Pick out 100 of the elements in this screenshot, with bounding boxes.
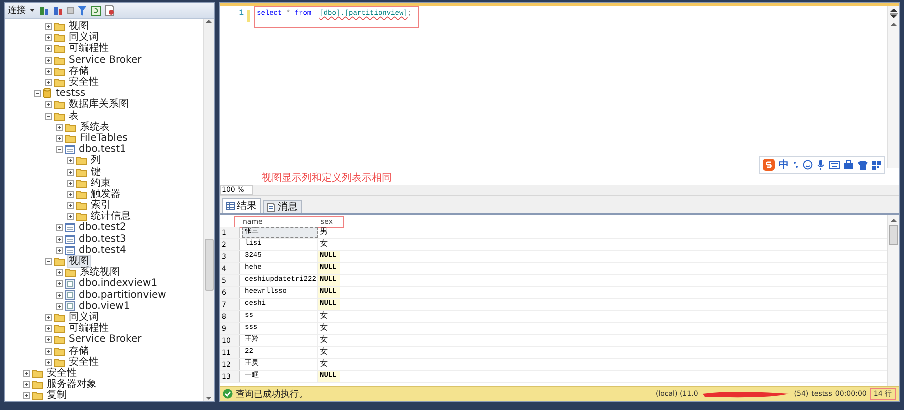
tree-item[interactable]: 可编程性 <box>68 43 110 54</box>
tree-item[interactable]: dbo.test3 <box>78 234 128 245</box>
tree-item[interactable]: 数据库关系图 <box>68 99 130 110</box>
expand-icon[interactable] <box>45 336 52 344</box>
tree-item[interactable]: 触发器 <box>90 188 122 200</box>
tree-item[interactable]: 视图 <box>68 21 90 32</box>
scrollbar[interactable] <box>887 6 899 168</box>
table-cell-text: 女 <box>319 359 329 370</box>
scrollbar[interactable] <box>887 215 899 386</box>
expand-icon[interactable] <box>23 370 30 377</box>
scroll-up-icon[interactable] <box>890 22 896 27</box>
expand-icon[interactable] <box>56 236 63 243</box>
collapse-icon[interactable] <box>34 90 41 98</box>
tree-item[interactable]: 安全性 <box>46 368 78 379</box>
tree-item[interactable]: dbo.indexview1 <box>78 278 159 290</box>
tree-item[interactable]: 服务器对象 <box>46 379 98 390</box>
tree-item[interactable]: 表 <box>68 110 80 122</box>
tree-item[interactable]: 列 <box>90 155 102 166</box>
expand-icon[interactable] <box>45 101 52 108</box>
expand-icon[interactable] <box>56 302 63 310</box>
connect-icon[interactable] <box>39 6 49 16</box>
expand-icon[interactable] <box>45 348 52 355</box>
expand-icon[interactable] <box>56 269 63 276</box>
scroll-up-icon[interactable] <box>890 218 896 223</box>
caret-icon[interactable] <box>30 9 35 12</box>
tree-item[interactable]: Service Broker <box>68 54 143 66</box>
tab[interactable]: 结果 <box>222 198 261 213</box>
ime-logo-icon[interactable] <box>763 159 775 171</box>
expand-icon[interactable] <box>56 124 63 131</box>
microphone-icon[interactable] <box>817 160 825 170</box>
grid-icon[interactable] <box>872 160 881 170</box>
collapse-icon[interactable] <box>45 112 52 120</box>
expand-icon[interactable] <box>45 79 52 86</box>
folder-icon <box>76 190 87 199</box>
table-cell-text: 女 <box>319 239 329 250</box>
expand-icon[interactable] <box>45 68 52 75</box>
tree-item[interactable]: 系统表 <box>79 122 111 133</box>
expand-icon[interactable] <box>45 45 52 52</box>
expand-icon[interactable] <box>45 358 52 366</box>
disconnect-icon[interactable] <box>53 6 63 16</box>
expand-icon[interactable] <box>56 134 63 142</box>
expand-icon[interactable] <box>56 280 63 288</box>
expand-icon[interactable] <box>67 202 74 210</box>
tree-item[interactable]: 同义词 <box>68 312 100 323</box>
tree-item[interactable]: dbo.test2 <box>78 222 128 234</box>
shirt-icon[interactable] <box>858 160 868 170</box>
toolbox-icon[interactable] <box>844 160 854 170</box>
expand-icon[interactable] <box>45 314 52 321</box>
expand-icon[interactable] <box>67 168 74 176</box>
tree-item[interactable]: 存储 <box>68 346 90 357</box>
view-icon <box>65 278 75 289</box>
scroll-down-icon[interactable] <box>206 396 212 401</box>
collapse-icon[interactable] <box>45 258 52 266</box>
expand-icon[interactable] <box>67 213 74 220</box>
tree-item[interactable]: 安全性 <box>68 77 100 88</box>
ime-mode[interactable]: 中 <box>779 158 789 172</box>
tree-item[interactable]: dbo.partitionview <box>78 290 168 301</box>
expand-icon[interactable] <box>67 180 74 187</box>
tree-item[interactable]: 复制 <box>46 390 68 401</box>
filter-icon[interactable] <box>78 6 87 16</box>
connect-menu[interactable]: 连接 <box>8 4 26 17</box>
grid-icon <box>226 202 235 210</box>
smiley-icon[interactable] <box>803 160 813 170</box>
tree-item[interactable]: 系统视图 <box>79 267 121 278</box>
tree-item[interactable]: 存储 <box>68 66 90 77</box>
tab[interactable]: 消息 <box>263 200 302 213</box>
scroll-thumb[interactable] <box>204 239 214 291</box>
expand-icon[interactable] <box>45 34 52 42</box>
tree-item[interactable]: 同义词 <box>68 32 100 44</box>
expand-icon[interactable] <box>45 56 52 64</box>
document-icon[interactable] <box>105 5 115 16</box>
tree-item[interactable]: 统计信息 <box>90 211 132 222</box>
tree-item[interactable]: dbo.test1 <box>78 144 128 156</box>
expand-icon[interactable] <box>67 157 74 164</box>
tree-item[interactable]: 键 <box>90 166 102 178</box>
tree-item[interactable]: Service Broker <box>68 334 143 346</box>
expand-icon[interactable] <box>45 23 52 30</box>
tree-item[interactable]: dbo.test4 <box>78 244 128 256</box>
tree-item[interactable]: testss <box>55 88 87 100</box>
tree-item[interactable]: 索引 <box>90 200 112 212</box>
tree-item[interactable]: 安全性 <box>68 356 100 368</box>
refresh-icon[interactable] <box>91 6 101 16</box>
keyboard-icon[interactable] <box>829 161 840 169</box>
expand-icon[interactable] <box>56 246 63 254</box>
expand-icon[interactable] <box>23 392 30 400</box>
scroll-thumb[interactable] <box>889 225 898 245</box>
expand-icon[interactable] <box>56 224 63 232</box>
tree-item[interactable]: dbo.view1 <box>78 300 132 312</box>
expand-icon[interactable] <box>67 190 74 198</box>
collapse-icon[interactable] <box>56 146 63 154</box>
expand-icon[interactable] <box>56 292 63 299</box>
tree-item[interactable]: FileTables <box>79 132 129 144</box>
scrollbar[interactable] <box>203 19 214 401</box>
expand-icon[interactable] <box>23 381 30 388</box>
tree-item[interactable]: 约束 <box>90 178 112 189</box>
punctuation-icon[interactable] <box>793 161 799 169</box>
tree-item[interactable]: 视图 <box>68 256 90 268</box>
tree-item[interactable]: 可编程性 <box>68 323 110 334</box>
expand-icon[interactable] <box>45 325 52 332</box>
split-icon[interactable] <box>890 9 898 18</box>
